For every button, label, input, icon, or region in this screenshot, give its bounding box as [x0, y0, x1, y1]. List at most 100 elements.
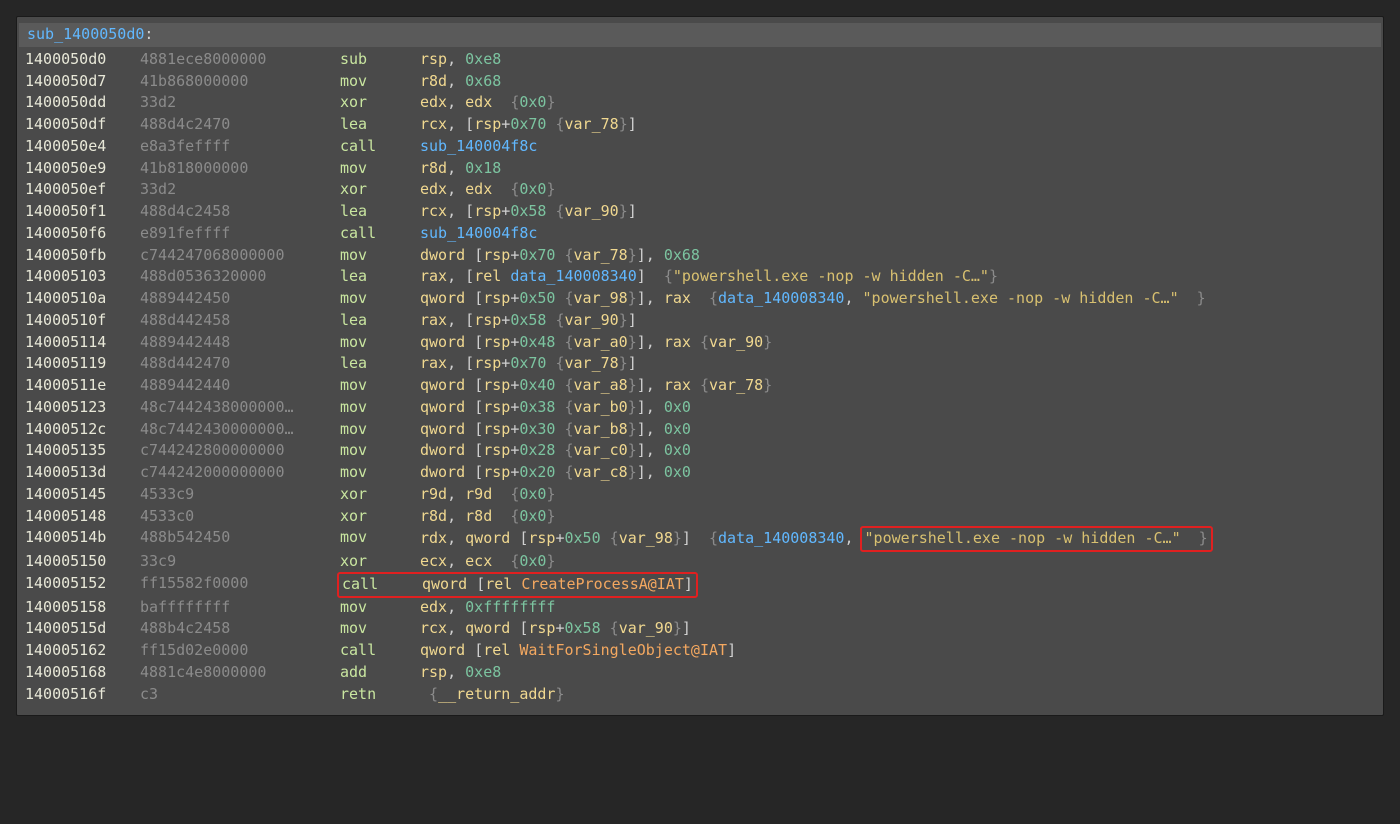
asm-row[interactable]: 1400050d04881ece8000000subrsp, 0xe8: [17, 49, 1383, 71]
keyword: qword: [420, 420, 474, 438]
address: 140005135: [25, 440, 140, 462]
asm-row[interactable]: 1400050d741b868000000movr8d, 0x68: [17, 71, 1383, 93]
stack-var: var_78: [574, 246, 628, 264]
keyword: qword: [420, 398, 474, 416]
punctuation: +: [510, 246, 519, 264]
asm-row[interactable]: 140005135c744242800000000movdword [rsp+0…: [17, 440, 1383, 462]
opcode-bytes: c744247068000000: [140, 245, 340, 267]
immediate: 0x70: [510, 354, 546, 372]
operands: rax, [rsp+0x70 {var_78}]: [420, 353, 637, 375]
asm-row[interactable]: 140005152ff15582f0000callqword [rel Crea…: [17, 573, 1383, 597]
stack-var: __return_addr: [438, 685, 555, 703]
highlight-box: "powershell.exe -nop -w hidden -C…" }: [860, 526, 1213, 552]
mnemonic: mov: [340, 245, 420, 267]
punctuation: [1179, 289, 1197, 307]
punctuation: [555, 289, 564, 307]
punctuation: [555, 441, 564, 459]
asm-row[interactable]: 14000516fc3retn {__return_addr}: [17, 684, 1383, 706]
punctuation: ],: [637, 246, 664, 264]
keyword: qword: [465, 619, 519, 637]
operands: r9d, r9d {0x0}: [420, 484, 555, 506]
mnemonic: mov: [340, 527, 420, 551]
asm-row[interactable]: 1400051144889442448movqword [rsp+0x48 {v…: [17, 332, 1383, 354]
brace: }: [989, 267, 998, 285]
function-header[interactable]: sub_1400050d0:: [19, 23, 1381, 47]
operands: edx, edx {0x0}: [420, 179, 555, 201]
operands: qword [rsp+0x38 {var_b0}], 0x0: [420, 397, 691, 419]
immediate: 0x58: [510, 311, 546, 329]
asm-row[interactable]: 1400051684881c4e8000000addrsp, 0xe8: [17, 662, 1383, 684]
punctuation: [: [474, 420, 483, 438]
operands: dword [rsp+0x28 {var_c0}], 0x0: [420, 440, 691, 462]
asm-row[interactable]: 1400050e4e8a3feffffcallsub_140004f8c: [17, 136, 1383, 158]
operands: dword [rsp+0x70 {var_78}], 0x68: [420, 245, 700, 267]
asm-row[interactable]: 140005162ff15d02e0000callqword [rel Wait…: [17, 640, 1383, 662]
asm-row[interactable]: 14000513dc744242000000000movdword [rsp+0…: [17, 462, 1383, 484]
stack-var: var_78: [709, 376, 763, 394]
asm-row[interactable]: 1400050f6e891feffffcallsub_140004f8c: [17, 223, 1383, 245]
address: 14000514b: [25, 527, 140, 551]
brace: {: [555, 354, 564, 372]
punctuation: [691, 289, 709, 307]
operands: rcx, qword [rsp+0x58 {var_90}]: [420, 618, 691, 640]
asm-row[interactable]: 140005119488d442470learax, [rsp+0x70 {va…: [17, 353, 1383, 375]
brace: }: [673, 619, 682, 637]
keyword: dword: [420, 463, 474, 481]
mnemonic: mov: [340, 71, 420, 93]
punctuation: ,: [447, 598, 465, 616]
register: edx: [420, 180, 447, 198]
opcode-bytes: 488d442458: [140, 310, 340, 332]
asm-row[interactable]: 1400050dd33d2xoredx, edx {0x0}: [17, 92, 1383, 114]
mnemonic: xor: [340, 551, 420, 573]
asm-row[interactable]: 1400050fbc744247068000000movdword [rsp+0…: [17, 245, 1383, 267]
punctuation: [555, 376, 564, 394]
asm-row[interactable]: 1400051454533c9xorr9d, r9d {0x0}: [17, 484, 1383, 506]
address: 1400050f6: [25, 223, 140, 245]
immediate: 0x58: [565, 619, 601, 637]
asm-row[interactable]: 1400050e941b818000000movr8d, 0x18: [17, 158, 1383, 180]
asm-row[interactable]: 1400050ef33d2xoredx, edx {0x0}: [17, 179, 1383, 201]
register: rax: [420, 354, 447, 372]
punctuation: [492, 507, 510, 525]
asm-row[interactable]: 1400050f1488d4c2458learcx, [rsp+0x58 {va…: [17, 201, 1383, 223]
asm-row[interactable]: 140005158baffffffffmovedx, 0xffffffff: [17, 597, 1383, 619]
register: rsp: [528, 529, 555, 547]
opcode-bytes: 488d0536320000: [140, 266, 340, 288]
brace: {: [510, 552, 519, 570]
asm-row[interactable]: 14000512c48c7442430000000…movqword [rsp+…: [17, 419, 1383, 441]
asm-row[interactable]: 1400050df488d4c2470learcx, [rsp+0x70 {va…: [17, 114, 1383, 136]
mnemonic: xor: [340, 506, 420, 528]
keyword: rel: [483, 641, 519, 659]
address: 140005119: [25, 353, 140, 375]
brace: {: [610, 619, 619, 637]
address: 140005148: [25, 506, 140, 528]
punctuation: ],: [637, 441, 664, 459]
asm-row[interactable]: 14000514b488b542450movrdx, qword [rsp+0x…: [17, 527, 1383, 551]
disassembly-panel[interactable]: sub_1400050d0: 1400050d04881ece8000000su…: [16, 16, 1384, 716]
address: 14000513d: [25, 462, 140, 484]
symbol-ref: sub_140004f8c: [420, 137, 537, 155]
asm-row[interactable]: 14000515033c9xorecx, ecx {0x0}: [17, 551, 1383, 573]
brace: }: [546, 552, 555, 570]
keyword: qword: [420, 333, 474, 351]
asm-row[interactable]: 1400051484533c0xorr8d, r8d {0x0}: [17, 506, 1383, 528]
brace: }: [673, 529, 682, 547]
punctuation: [: [474, 398, 483, 416]
operands: rsp, 0xe8: [420, 49, 501, 71]
punctuation: [: [474, 441, 483, 459]
asm-row[interactable]: 14000511e4889442440movqword [rsp+0x40 {v…: [17, 375, 1383, 397]
asm-row[interactable]: 14000515d488b4c2458movrcx, qword [rsp+0x…: [17, 618, 1383, 640]
opcode-bytes: 4881c4e8000000: [140, 662, 340, 684]
asm-row[interactable]: 140005103488d0536320000learax, [rel data…: [17, 266, 1383, 288]
punctuation: [555, 333, 564, 351]
operands: {__return_addr}: [420, 684, 565, 706]
stack-var: var_a0: [574, 333, 628, 351]
asm-row[interactable]: 14000510f488d442458learax, [rsp+0x58 {va…: [17, 310, 1383, 332]
asm-row[interactable]: 14000512348c7442438000000…movqword [rsp+…: [17, 397, 1383, 419]
punctuation: [420, 685, 429, 703]
operands: rax, [rsp+0x58 {var_90}]: [420, 310, 637, 332]
punctuation: +: [501, 202, 510, 220]
mnemonic: mov: [340, 597, 420, 619]
operands: r8d, 0x18: [420, 158, 501, 180]
asm-row[interactable]: 14000510a4889442450movqword [rsp+0x50 {v…: [17, 288, 1383, 310]
